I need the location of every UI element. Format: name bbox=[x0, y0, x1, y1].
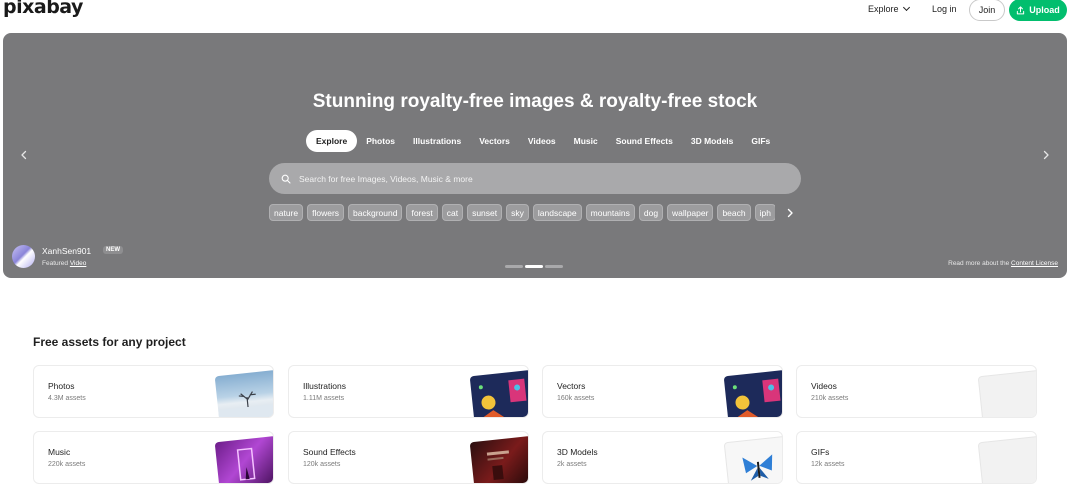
card-count: 220k assets bbox=[48, 461, 86, 468]
card-count: 1.11M assets bbox=[303, 395, 345, 402]
card-vectors[interactable]: Vectors 160k assets bbox=[542, 365, 783, 418]
card-title: Photos bbox=[48, 381, 75, 391]
carousel-dot-active[interactable] bbox=[525, 265, 543, 268]
content-license-link[interactable]: Content License bbox=[1011, 260, 1058, 267]
abstract-art-icon bbox=[732, 378, 781, 417]
carousel-dot[interactable] bbox=[545, 265, 563, 268]
suggestion-chips: nature flowers background forest cat sun… bbox=[269, 204, 775, 222]
tab-explore[interactable]: Explore bbox=[306, 130, 358, 152]
card-count: 4.3M assets bbox=[48, 395, 86, 402]
login-link[interactable]: Log in bbox=[932, 4, 957, 14]
hero-next-arrow-icon[interactable] bbox=[1041, 149, 1051, 161]
card-title: GIFs bbox=[811, 447, 830, 457]
photos-thumbnail bbox=[214, 369, 273, 417]
chip-flowers[interactable]: flowers bbox=[307, 204, 345, 221]
license-prefix: Read more about the bbox=[948, 260, 1010, 267]
chip-background[interactable]: background bbox=[348, 204, 403, 221]
chip-nature[interactable]: nature bbox=[269, 204, 304, 221]
sound-poster-icon bbox=[486, 450, 510, 481]
card-count: 12k assets bbox=[811, 461, 845, 468]
explore-label: Explore bbox=[868, 4, 899, 14]
upload-icon bbox=[1017, 5, 1025, 14]
chip-beach[interactable]: beach bbox=[717, 204, 751, 221]
carousel-dot[interactable] bbox=[505, 265, 523, 268]
card-title: Videos bbox=[811, 381, 837, 391]
vectors-thumbnail bbox=[723, 369, 782, 417]
chip-cat[interactable]: cat bbox=[441, 204, 464, 221]
chip-sunset[interactable]: sunset bbox=[467, 204, 503, 221]
sound-effects-thumbnail bbox=[469, 435, 528, 483]
tab-photos[interactable]: Photos bbox=[357, 130, 404, 152]
videos-thumbnail bbox=[977, 369, 1036, 417]
card-title: Vectors bbox=[557, 381, 586, 391]
chip-dog[interactable]: dog bbox=[638, 204, 664, 221]
tab-illustrations[interactable]: Illustrations bbox=[404, 130, 470, 152]
tab-sound-effects[interactable]: Sound Effects bbox=[607, 130, 682, 152]
search-bar[interactable] bbox=[269, 163, 801, 194]
tab-3d-models[interactable]: 3D Models bbox=[682, 130, 743, 152]
card-sound-effects[interactable]: Sound Effects 120k assets bbox=[288, 431, 529, 484]
hero-banner: Stunning royalty-free images & royalty-f… bbox=[3, 33, 1067, 278]
3d-models-thumbnail bbox=[723, 435, 782, 483]
explore-menu[interactable]: Explore bbox=[868, 3, 910, 14]
featured-video-link[interactable]: Video bbox=[70, 260, 87, 267]
tab-videos[interactable]: Videos bbox=[519, 130, 565, 152]
chip-wallpaper[interactable]: wallpaper bbox=[667, 204, 714, 221]
concert-light-icon bbox=[236, 447, 256, 481]
chip-mountains[interactable]: mountains bbox=[585, 204, 635, 221]
card-illustrations[interactable]: Illustrations 1.11M assets bbox=[288, 365, 529, 418]
pixabay-logo[interactable]: pixabay bbox=[3, 0, 83, 18]
tab-gifs[interactable]: GIFs bbox=[742, 130, 779, 152]
join-button[interactable]: Join bbox=[969, 0, 1005, 21]
card-count: 160k assets bbox=[557, 395, 595, 402]
hero-prev-arrow-icon[interactable] bbox=[19, 149, 29, 161]
upload-label: Upload bbox=[1029, 5, 1060, 15]
chip-landscape[interactable]: landscape bbox=[532, 204, 582, 221]
card-title: Sound Effects bbox=[303, 447, 356, 457]
chip-forest[interactable]: forest bbox=[406, 204, 438, 221]
abstract-art-icon bbox=[478, 378, 527, 417]
search-icon bbox=[281, 174, 291, 184]
featured-caption: Featured Video bbox=[42, 260, 86, 267]
search-input[interactable] bbox=[299, 173, 759, 184]
tab-music[interactable]: Music bbox=[565, 130, 607, 152]
featured-username[interactable]: XanhSen901 bbox=[42, 246, 91, 256]
chip-sky[interactable]: sky bbox=[506, 204, 529, 221]
license-note: Read more about the Content License bbox=[948, 260, 1058, 267]
chevron-down-icon bbox=[902, 3, 910, 12]
gifs-thumbnail bbox=[977, 435, 1036, 483]
tab-vectors[interactable]: Vectors bbox=[470, 130, 519, 152]
card-3d-models[interactable]: 3D Models 2k assets bbox=[542, 431, 783, 484]
card-photos[interactable]: Photos 4.3M assets bbox=[33, 365, 274, 418]
card-gifs[interactable]: GIFs 12k assets bbox=[796, 431, 1037, 484]
chip-iphone[interactable]: iph bbox=[754, 204, 775, 221]
media-type-tabs: Explore Photos Illustrations Vectors Vid… bbox=[306, 130, 779, 152]
music-thumbnail bbox=[214, 435, 273, 483]
hero-title: Stunning royalty-free images & royalty-f… bbox=[312, 91, 758, 112]
chips-next-arrow-icon[interactable] bbox=[785, 207, 795, 219]
tree-icon bbox=[218, 391, 273, 417]
upload-button[interactable]: Upload bbox=[1009, 0, 1067, 21]
top-header: pixabay Explore Log in Join Upload bbox=[0, 0, 1080, 22]
card-count: 210k assets bbox=[811, 395, 849, 402]
card-music[interactable]: Music 220k assets bbox=[33, 431, 274, 484]
card-title: Illustrations bbox=[303, 381, 346, 391]
card-videos[interactable]: Videos 210k assets bbox=[796, 365, 1037, 418]
illustrations-thumbnail bbox=[469, 369, 528, 417]
new-badge: NEW bbox=[103, 246, 123, 254]
butterfly-icon bbox=[742, 454, 773, 481]
avatar[interactable] bbox=[12, 245, 35, 268]
card-count: 120k assets bbox=[303, 461, 341, 468]
featured-prefix: Featured bbox=[42, 260, 69, 267]
card-title: 3D Models bbox=[557, 447, 598, 457]
card-count: 2k assets bbox=[557, 461, 587, 468]
card-title: Music bbox=[48, 447, 71, 457]
carousel-dots bbox=[505, 265, 563, 268]
section-title: Free assets for any project bbox=[33, 335, 186, 349]
